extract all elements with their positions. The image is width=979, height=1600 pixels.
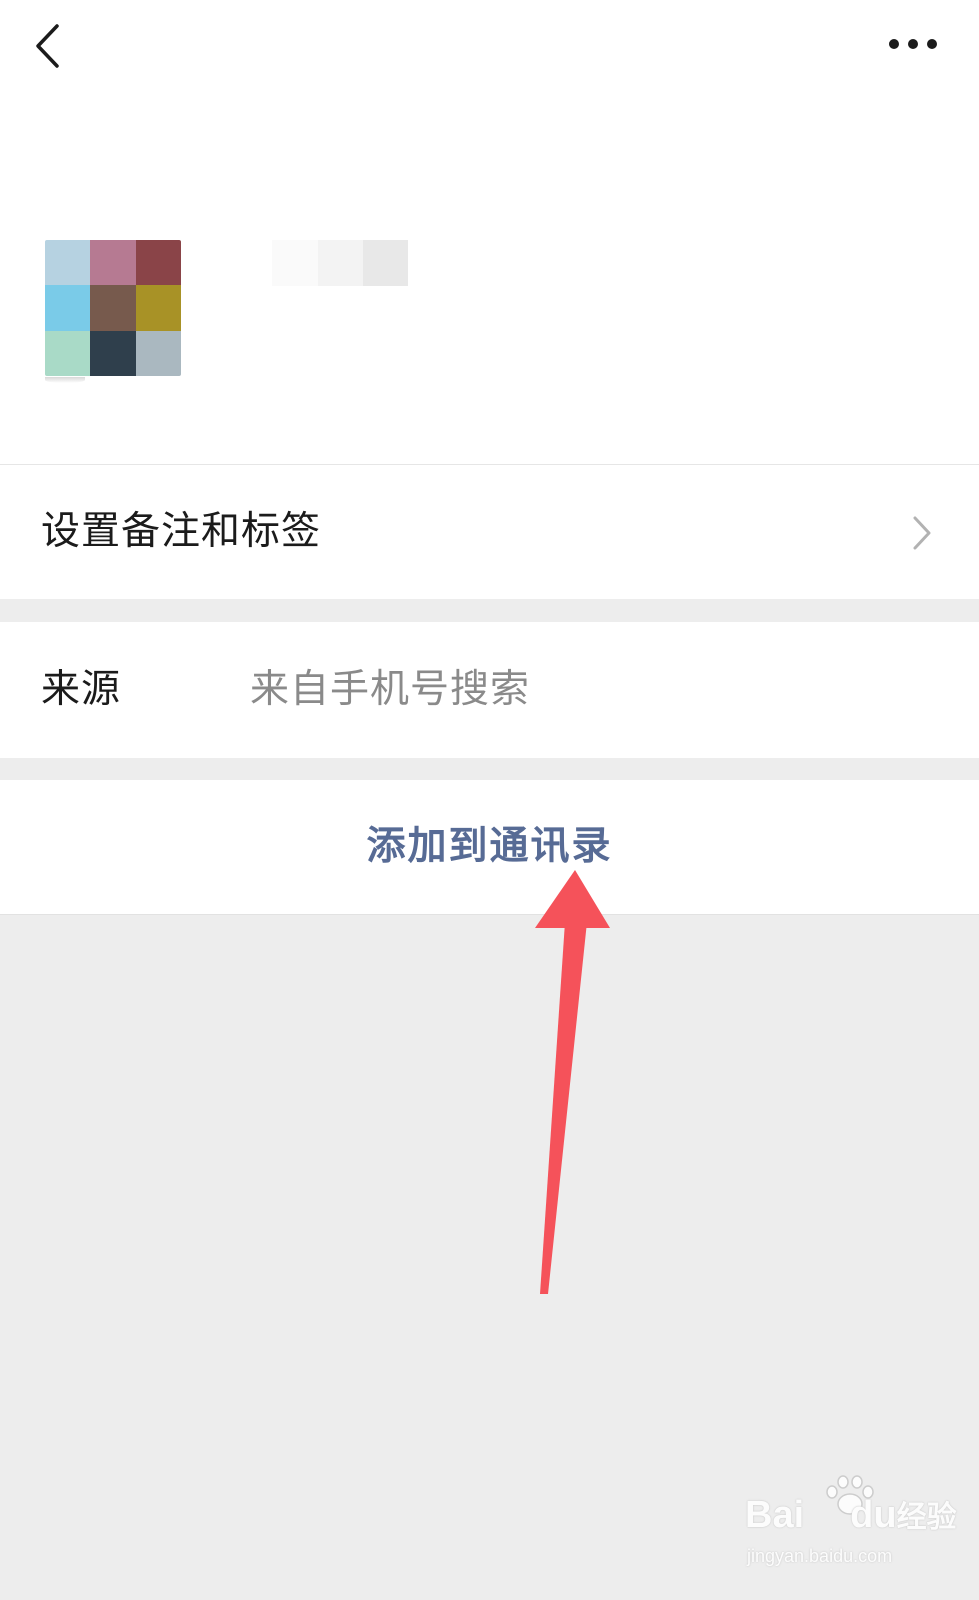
avatar-tile bbox=[90, 330, 136, 376]
profile-header bbox=[0, 0, 979, 465]
watermark-brand-part1: Bai bbox=[745, 1494, 805, 1536]
nickname-blur-block bbox=[363, 240, 408, 286]
baidu-jingyan-watermark: Bai du经验 jingyan.baidu.com bbox=[745, 1475, 957, 1582]
source-row: 来源 来自手机号搜索 bbox=[0, 622, 979, 758]
avatar-shadow bbox=[45, 377, 85, 383]
contact-profile-screen: 设置备注和标签 来源 来自手机号搜索 添加到通讯录 Bai du经验 jingya… bbox=[0, 0, 979, 1600]
source-label: 来源 bbox=[41, 667, 122, 712]
chevron-left-icon bbox=[36, 24, 59, 68]
set-remark-and-tags-row[interactable]: 设置备注和标签 bbox=[0, 465, 979, 599]
avatar-tile bbox=[135, 240, 181, 286]
nickname-blur-block bbox=[272, 240, 318, 286]
nickname-redacted bbox=[272, 240, 408, 286]
avatar-tile bbox=[90, 240, 136, 286]
red-arrow-annotation bbox=[535, 870, 610, 1294]
avatar-tile bbox=[135, 330, 181, 376]
avatar-tile bbox=[45, 285, 91, 331]
avatar-tile bbox=[90, 285, 136, 331]
watermark-brand-part3: 经验 bbox=[896, 1501, 957, 1534]
set-remark-and-tags-label: 设置备注和标签 bbox=[41, 509, 322, 554]
source-value: 来自手机号搜索 bbox=[250, 667, 531, 712]
watermark-url: jingyan.baidu.com bbox=[747, 1546, 893, 1566]
more-options-button[interactable] bbox=[878, 22, 948, 66]
avatar-tile bbox=[135, 285, 181, 331]
chevron-right-icon bbox=[913, 516, 931, 550]
watermark-brand: Bai du经验 bbox=[745, 1492, 957, 1537]
avatar-tile bbox=[45, 330, 91, 376]
add-to-contacts-button[interactable]: 添加到通讯录 bbox=[0, 780, 979, 915]
avatar[interactable] bbox=[45, 240, 181, 376]
back-button[interactable] bbox=[26, 18, 70, 74]
watermark-brand-part2: du bbox=[850, 1494, 897, 1536]
avatar-tile bbox=[45, 240, 91, 286]
more-dots-icon bbox=[889, 39, 937, 49]
add-to-contacts-label: 添加到通讯录 bbox=[366, 824, 613, 869]
nickname-blur-block bbox=[318, 240, 363, 286]
